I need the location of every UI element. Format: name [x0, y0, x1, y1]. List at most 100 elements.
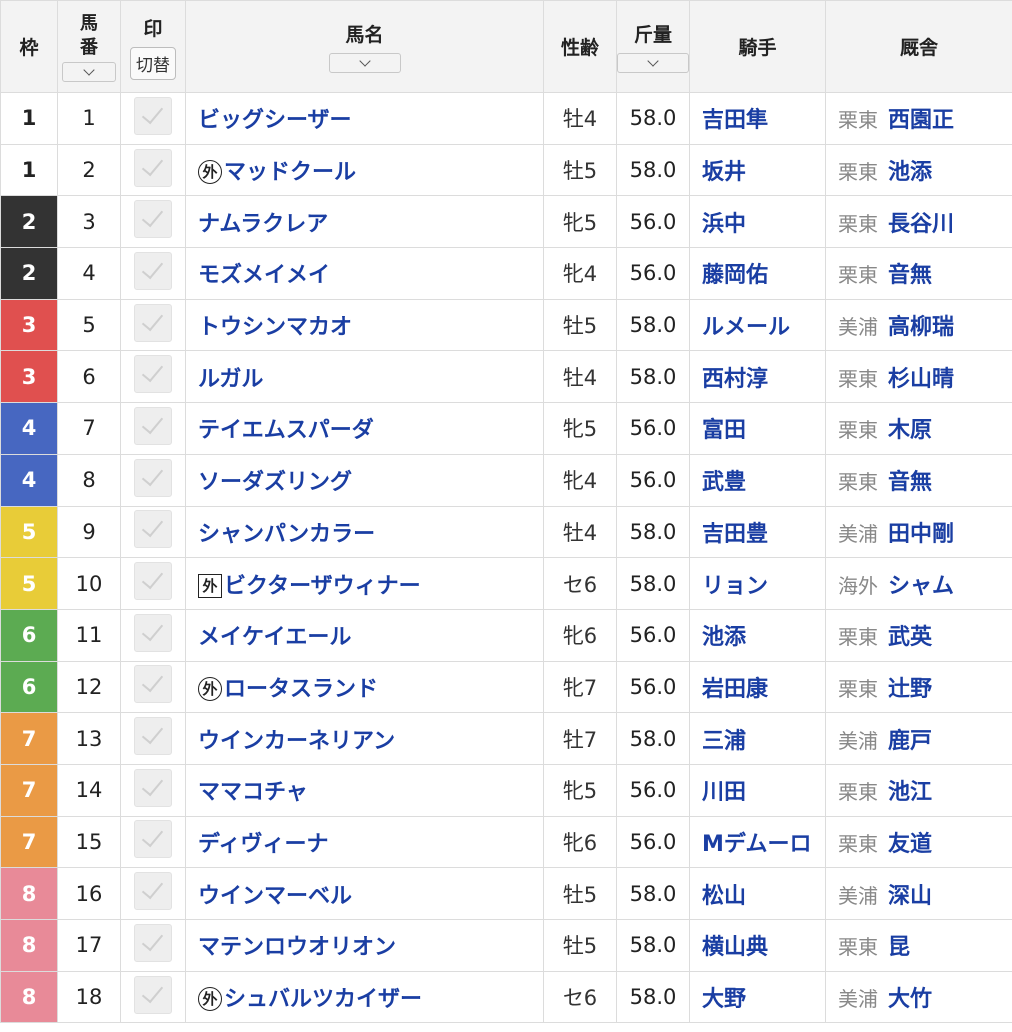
trainer-name-link[interactable]: 木原 [888, 418, 932, 443]
horse-name-link[interactable]: シャンパンカラー [198, 522, 375, 547]
check-icon[interactable] [134, 200, 172, 239]
horse-name-link[interactable]: ロータスランド [224, 677, 378, 702]
jockey-name-link[interactable]: 三浦 [689, 712, 826, 765]
table-row[interactable]: 3 6 ルガル 牡4 58.0 西村淳 栗東 杉山晴 [0, 350, 1012, 404]
jockey-name-link[interactable]: 武豊 [689, 453, 826, 507]
table-row[interactable]: 6 11 メイケイエール 牝6 56.0 池添 栗東 武英 [0, 608, 1012, 662]
header-name[interactable]: 馬名 [185, 0, 544, 93]
horse-name-cell[interactable]: ウインマーベル [185, 867, 544, 920]
header-umaban[interactable]: 馬 番 [57, 0, 121, 93]
check-icon[interactable] [134, 355, 172, 394]
check-icon[interactable] [134, 717, 172, 756]
trainer-name-link[interactable]: 大竹 [888, 987, 932, 1012]
trainer-name-link[interactable]: 武英 [888, 625, 932, 650]
check-icon[interactable] [134, 872, 172, 911]
switch-button[interactable]: 切替 [130, 46, 176, 80]
check-icon[interactable] [134, 665, 172, 704]
check-icon[interactable] [134, 148, 172, 187]
horse-name-link[interactable]: ビクターザウィナー [224, 574, 421, 599]
header-weight[interactable]: 斤量 [616, 0, 690, 93]
check-icon[interactable] [134, 768, 172, 807]
jockey-name-link[interactable]: 川田 [689, 763, 826, 817]
horse-name-cell[interactable]: ナムラクレア [185, 195, 544, 249]
trainer-name-link[interactable]: 田中剛 [888, 522, 954, 547]
horse-name-link[interactable]: ソーダズリング [198, 470, 352, 495]
horse-name-link[interactable]: メイケイエール [198, 625, 351, 650]
horse-name-cell[interactable]: ルガル [185, 350, 544, 404]
table-row[interactable]: 1 2 外マッドクール 牡5 58.0 坂井 栗東 池添 [0, 143, 1012, 197]
horse-name-cell[interactable]: 外ロータスランド [185, 660, 544, 714]
horse-name-cell[interactable]: メイケイエール [185, 608, 544, 662]
jockey-name-link[interactable]: 浜中 [689, 195, 826, 249]
jockey-name-link[interactable]: 富田 [689, 402, 826, 455]
horse-name-link[interactable]: ナムラクレア [198, 212, 328, 237]
check-icon[interactable] [134, 406, 172, 445]
horse-name-link[interactable]: ビッグシーザー [198, 108, 352, 133]
trainer-name-link[interactable]: 音無 [888, 470, 932, 495]
horse-name-cell[interactable]: 外ビクターザウィナー [185, 557, 544, 610]
jockey-name-link[interactable]: 横山典 [689, 919, 826, 972]
trainer-name-link[interactable]: 西園正 [888, 108, 954, 133]
horse-name-link[interactable]: モズメイメイ [198, 263, 330, 288]
horse-name-link[interactable]: トウシンマカオ [198, 315, 352, 340]
horse-name-cell[interactable]: ウインカーネリアン [185, 712, 544, 765]
table-row[interactable]: 4 8 ソーダズリング 牝4 56.0 武豊 栗東 音無 [0, 453, 1012, 507]
table-row[interactable]: 1 1 ビッグシーザー 牡4 58.0 吉田隼 栗東 西園正 [0, 92, 1012, 145]
horse-name-link[interactable]: シュバルツカイザー [224, 987, 422, 1012]
table-row[interactable]: 6 12 外ロータスランド 牝7 56.0 岩田康 栗東 辻野 [0, 660, 1012, 714]
horse-name-cell[interactable]: シャンパンカラー [185, 505, 544, 559]
jockey-name-link[interactable]: リョン [689, 557, 826, 610]
check-icon[interactable] [134, 510, 172, 549]
trainer-name-link[interactable]: 池添 [888, 160, 932, 185]
check-icon[interactable] [134, 820, 172, 859]
trainer-name-link[interactable]: 音無 [888, 263, 932, 288]
sort-name-chevron-down-icon[interactable] [328, 53, 401, 73]
table-row[interactable]: 7 15 ディヴィーナ 牝6 56.0 Mデムーロ 栗東 友道 [0, 815, 1012, 869]
jockey-name-link[interactable]: 吉田隼 [689, 92, 826, 145]
jockey-name-link[interactable]: 藤岡佑 [689, 247, 826, 300]
horse-name-cell[interactable]: テイエムスパーダ [185, 402, 544, 455]
jockey-name-link[interactable]: 松山 [689, 867, 826, 920]
trainer-name-link[interactable]: 辻野 [888, 677, 932, 702]
horse-name-cell[interactable]: 外シュバルツカイザー [185, 970, 544, 1024]
jockey-name-link[interactable]: 坂井 [689, 143, 826, 197]
check-icon[interactable] [134, 303, 172, 342]
jockey-name-link[interactable]: 吉田豊 [689, 505, 826, 559]
horse-name-link[interactable]: マテンロウオリオン [198, 935, 396, 960]
horse-name-cell[interactable]: トウシンマカオ [185, 298, 544, 352]
horse-name-cell[interactable]: ママコチャ [185, 763, 544, 817]
trainer-name-link[interactable]: 鹿戸 [888, 729, 932, 754]
sort-weight-chevron-down-icon[interactable] [617, 53, 689, 73]
trainer-name-link[interactable]: 杉山晴 [888, 367, 954, 392]
check-icon[interactable] [134, 975, 172, 1014]
table-row[interactable]: 2 4 モズメイメイ 牝4 56.0 藤岡佑 栗東 音無 [0, 247, 1012, 300]
table-row[interactable]: 4 7 テイエムスパーダ 牝5 56.0 富田 栗東 木原 [0, 402, 1012, 455]
table-row[interactable]: 2 3 ナムラクレア 牝5 56.0 浜中 栗東 長谷川 [0, 195, 1012, 249]
horse-name-cell[interactable]: ビッグシーザー [185, 92, 544, 145]
jockey-name-link[interactable]: 岩田康 [689, 660, 826, 714]
horse-name-link[interactable]: マッドクール [224, 160, 356, 185]
horse-name-cell[interactable]: ソーダズリング [185, 453, 544, 507]
check-icon[interactable] [134, 458, 172, 497]
table-row[interactable]: 7 13 ウインカーネリアン 牡7 58.0 三浦 美浦 鹿戸 [0, 712, 1012, 765]
table-row[interactable]: 5 10 外ビクターザウィナー セ6 58.0 リョン 海外 シャム [0, 557, 1012, 610]
trainer-name-link[interactable]: 友道 [888, 832, 932, 857]
jockey-name-link[interactable]: Mデムーロ [689, 815, 826, 869]
table-row[interactable]: 8 17 マテンロウオリオン 牡5 58.0 横山典 栗東昆 [0, 919, 1012, 972]
check-icon[interactable] [134, 562, 172, 601]
horse-name-cell[interactable]: 外マッドクール [185, 143, 544, 197]
horse-name-cell[interactable]: マテンロウオリオン [185, 919, 544, 972]
horse-name-cell[interactable]: ディヴィーナ [185, 815, 544, 869]
jockey-name-link[interactable]: 池添 [689, 608, 826, 662]
table-row[interactable]: 7 14 ママコチャ 牝5 56.0 川田 栗東 池江 [0, 763, 1012, 817]
trainer-name-link[interactable]: 池江 [888, 780, 932, 805]
jockey-name-link[interactable]: 西村淳 [689, 350, 826, 404]
sort-umaban-chevron-down-icon[interactable] [62, 61, 116, 82]
horse-name-cell[interactable]: モズメイメイ [185, 247, 544, 300]
table-row[interactable]: 8 18 外シュバルツカイザー セ6 58.0 大野 美浦 大竹 [0, 970, 1012, 1024]
table-row[interactable]: 5 9 シャンパンカラー 牡4 58.0 吉田豊 美浦 田中剛 [0, 505, 1012, 559]
horse-name-link[interactable]: ディヴィーナ [198, 832, 328, 857]
table-row[interactable]: 3 5 トウシンマカオ 牡5 58.0 ルメール 美浦 高柳瑞 [0, 298, 1012, 352]
jockey-name-link[interactable]: 大野 [689, 970, 826, 1024]
jockey-name-link[interactable]: ルメール [689, 298, 826, 352]
